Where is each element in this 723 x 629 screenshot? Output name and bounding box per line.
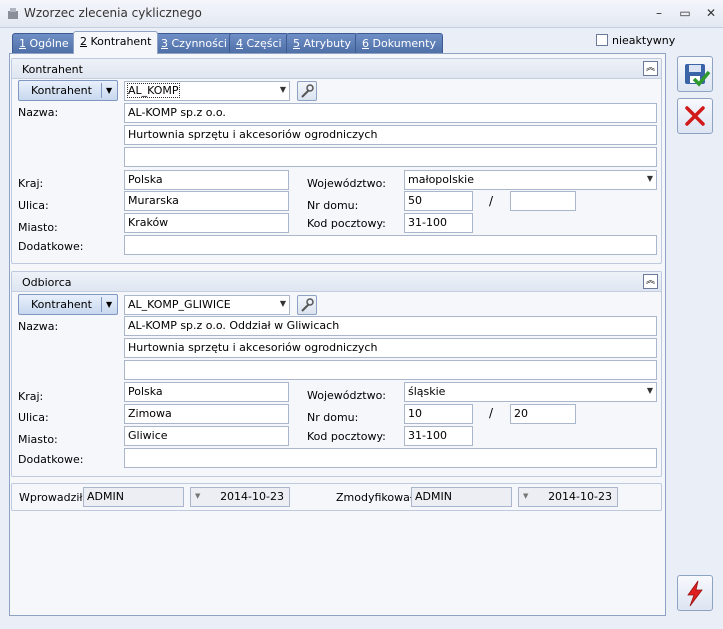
zmodyfikowal-date-field: ▼ 2014-10-23 bbox=[518, 487, 618, 507]
chevron-down-icon: ▼ bbox=[523, 492, 529, 500]
maximize-button[interactable]: ▭ bbox=[674, 4, 696, 22]
tab-czesci[interactable]: 4 Części bbox=[229, 33, 289, 53]
kontrahent-name2-field[interactable]: Hurtownia sprzętu i akcesoriów ogrodnicz… bbox=[124, 125, 657, 145]
wojewodztwo-label: Województwo: bbox=[307, 177, 387, 190]
chevron-down-icon: ▼ bbox=[195, 492, 201, 500]
cancel-icon bbox=[685, 106, 705, 126]
odbiorca-edit-button[interactable] bbox=[297, 295, 317, 315]
odbiorca-section-title: Odbiorca bbox=[22, 276, 72, 289]
tab-ogolne[interactable]: 1 Ogólne bbox=[12, 33, 76, 53]
wprowadzil-user-field: ADMIN bbox=[83, 487, 184, 507]
odbiorca-wojewodztwo-combo[interactable]: śląskie ▼ bbox=[404, 382, 657, 402]
kontrahent-code-combo[interactable]: AL_KOMP ▼ bbox=[124, 81, 290, 101]
collapse-icon[interactable]: ︽ bbox=[643, 61, 658, 76]
save-icon bbox=[685, 64, 711, 87]
collapse-icon[interactable]: ︽ bbox=[643, 274, 658, 289]
kontrahent-dodatkowe-field[interactable] bbox=[124, 235, 657, 255]
miasto-label: Miasto: bbox=[18, 433, 58, 446]
kontrahent-ulica-field[interactable]: Murarska bbox=[124, 191, 289, 211]
wrench-icon bbox=[301, 298, 314, 312]
odbiorca-nr-lokalu-field[interactable]: 20 bbox=[510, 404, 576, 424]
nr-separator: / bbox=[489, 194, 494, 208]
chevron-down-icon: ▼ bbox=[106, 86, 113, 95]
kraj-label: Kraj: bbox=[18, 177, 44, 190]
execute-button[interactable] bbox=[677, 575, 713, 611]
inactive-checkbox[interactable] bbox=[596, 34, 608, 46]
kontrahent-edit-button[interactable] bbox=[297, 81, 317, 101]
zmodyfikowal-user-field: ADMIN bbox=[411, 487, 512, 507]
kontrahent-kraj-field[interactable]: Polska bbox=[124, 170, 289, 190]
tab-czynnosci[interactable]: 3 Czynności bbox=[154, 33, 234, 53]
chevron-down-icon: ▼ bbox=[279, 299, 286, 308]
wprowadzil-date-field: ▼ 2014-10-23 bbox=[190, 487, 290, 507]
odbiorca-code-combo[interactable]: AL_KOMP_GLIWICE ▼ bbox=[124, 295, 290, 315]
odbiorca-ulica-field[interactable]: Zimowa bbox=[124, 404, 289, 424]
nazwa-label: Nazwa: bbox=[18, 320, 59, 333]
close-button[interactable]: ✕ bbox=[700, 4, 722, 22]
zmodyfikowal-label: Zmodyfikował: bbox=[336, 491, 417, 504]
dodatkowe-label: Dodatkowe: bbox=[18, 453, 84, 466]
kraj-label: Kraj: bbox=[18, 390, 44, 403]
odbiorca-name3-field[interactable] bbox=[124, 360, 657, 380]
kontrahent-miasto-field[interactable]: Kraków bbox=[124, 213, 289, 233]
ulica-label: Ulica: bbox=[18, 199, 49, 212]
kod-pocztowy-label: Kod pocztowy: bbox=[307, 217, 386, 230]
kod-pocztowy-label: Kod pocztowy: bbox=[307, 430, 386, 443]
chevron-down-icon: ▼ bbox=[279, 85, 286, 94]
odbiorca-dodatkowe-field[interactable] bbox=[124, 448, 657, 468]
cancel-button[interactable] bbox=[677, 98, 713, 134]
odbiorca-name1-field[interactable]: AL-KOMP sp.z o.o. Oddział w Gliwicach bbox=[124, 316, 657, 336]
window-title: Wzorzec zlecenia cyklicznego bbox=[24, 6, 202, 20]
dodatkowe-label: Dodatkowe: bbox=[18, 240, 84, 253]
nr-domu-label: Nr domu: bbox=[307, 411, 359, 424]
odbiorca-kraj-field[interactable]: Polska bbox=[124, 382, 289, 402]
kontrahent-type-button[interactable]: Kontrahent ▼ bbox=[18, 80, 118, 101]
nr-domu-label: Nr domu: bbox=[307, 199, 359, 212]
title-bar: Wzorzec zlecenia cyklicznego – ▭ ✕ bbox=[0, 0, 723, 28]
odbiorca-section-header: Odbiorca ︽ bbox=[12, 272, 661, 292]
wrench-icon bbox=[301, 84, 314, 98]
odbiorca-nr-domu-field[interactable]: 10 bbox=[404, 404, 473, 424]
kontrahent-name3-field[interactable] bbox=[124, 147, 657, 167]
kontrahent-nr-lokalu-field[interactable] bbox=[510, 191, 576, 211]
kontrahent-section-header: Kontrahent ︽ bbox=[12, 59, 661, 79]
kontrahent-name1-field[interactable]: AL-KOMP sp.z o.o. bbox=[124, 103, 657, 123]
odbiorca-name2-field[interactable]: Hurtownia sprzętu i akcesoriów ogrodnicz… bbox=[124, 338, 657, 358]
miasto-label: Miasto: bbox=[18, 221, 58, 234]
kontrahent-nr-domu-field[interactable]: 50 bbox=[404, 191, 473, 211]
save-button[interactable] bbox=[677, 56, 713, 92]
tab-atrybuty[interactable]: 5 Atrybuty bbox=[286, 33, 358, 53]
wojewodztwo-label: Województwo: bbox=[307, 389, 387, 402]
odbiorca-kod-field[interactable]: 31-100 bbox=[404, 426, 473, 446]
tab-kontrahent[interactable]: 2 Kontrahent bbox=[73, 31, 159, 54]
nr-separator: / bbox=[489, 406, 494, 420]
minimize-button[interactable]: – bbox=[648, 4, 670, 22]
nazwa-label: Nazwa: bbox=[18, 106, 59, 119]
chevron-down-icon: ▼ bbox=[646, 386, 653, 395]
chevron-down-icon: ▼ bbox=[106, 300, 113, 309]
odbiorca-type-button[interactable]: Kontrahent ▼ bbox=[18, 294, 118, 315]
inactive-label: nieaktywny bbox=[612, 34, 676, 47]
kontrahent-kod-field[interactable]: 31-100 bbox=[404, 213, 473, 233]
ulica-label: Ulica: bbox=[18, 411, 49, 424]
wprowadzil-label: Wprowadził: bbox=[19, 491, 87, 504]
odbiorca-miasto-field[interactable]: Gliwice bbox=[124, 426, 289, 446]
lightning-icon bbox=[687, 580, 703, 607]
kontrahent-section-title: Kontrahent bbox=[22, 63, 83, 76]
app-icon bbox=[8, 8, 18, 19]
kontrahent-wojewodztwo-combo[interactable]: małopolskie ▼ bbox=[404, 170, 657, 190]
chevron-down-icon: ▼ bbox=[646, 174, 653, 183]
tab-dokumenty[interactable]: 6 Dokumenty bbox=[355, 33, 443, 53]
